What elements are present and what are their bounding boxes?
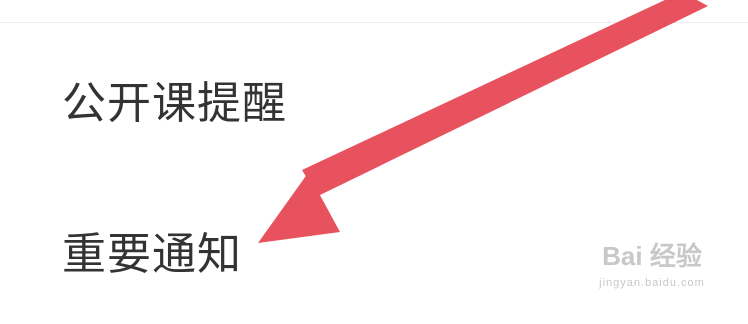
watermark-url: jingyan.baidu.com [599, 276, 705, 289]
baidu-jingyan-watermark: Bai 经验 jingyan.baidu.com [582, 242, 722, 312]
open-class-reminder-label: 公开课提醒 [62, 78, 287, 129]
settings-screen: 公开课提醒 重要通知 Bai 经验 jingyan.baidu.com [0, 0, 748, 324]
top-divider [0, 22, 748, 23]
important-notice-label: 重要通知 [62, 229, 242, 280]
watermark-brand: Bai 经验 [602, 241, 702, 271]
